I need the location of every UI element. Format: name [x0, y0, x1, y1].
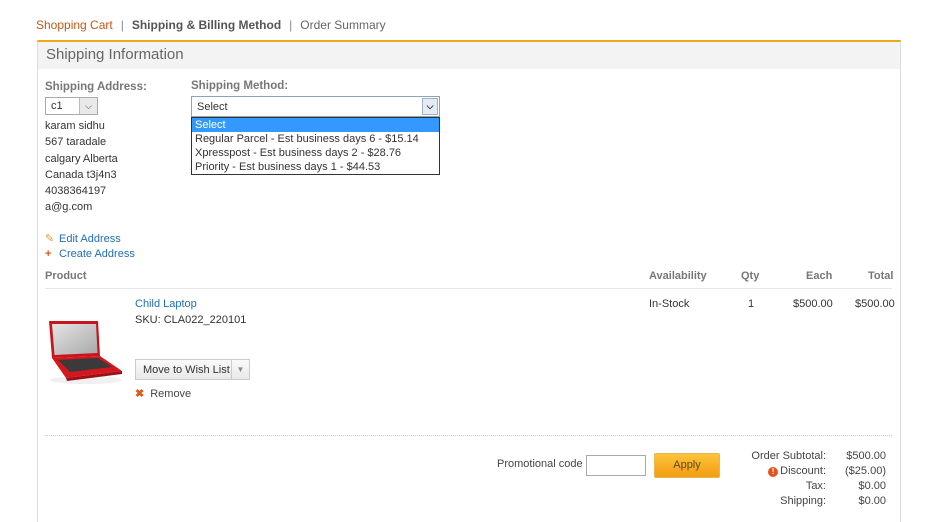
shipping-option-priority[interactable]: Priority - Est business days 1 - $44.53 — [192, 160, 439, 174]
shipping-method-select[interactable]: Select ⌵ — [191, 96, 440, 117]
address-line: karam sidhu — [45, 120, 105, 132]
breadcrumb-order-summary: Order Summary — [300, 18, 386, 32]
shipping-option-select[interactable]: Select — [192, 118, 439, 132]
close-icon: ✖ — [135, 388, 145, 400]
shipping-cost-label: Shipping: — [780, 495, 826, 507]
chevron-down-icon[interactable]: ⌵ — [422, 98, 438, 115]
breadcrumb-separator: | — [289, 18, 293, 32]
product-qty: 1 — [748, 298, 755, 310]
address-line: 567 taradale — [45, 136, 107, 149]
edit-address-label: Edit Address — [59, 233, 121, 245]
promo-code-label: Promotional code — [497, 458, 583, 470]
product-image-laptop[interactable] — [46, 316, 126, 386]
tax-label: Tax: — [805, 480, 826, 492]
panel-title: Shipping Information — [38, 42, 900, 69]
shipping-address-value: c1 — [51, 100, 63, 112]
column-header-total: Total — [868, 270, 894, 282]
remove-label: Remove — [150, 388, 192, 400]
move-to-wish-list-label: Move to Wish List — [143, 364, 230, 376]
promo-code-input[interactable] — [586, 455, 646, 476]
create-address-label: Create Address — [59, 248, 135, 260]
order-subtotal-value: $500.00 — [846, 450, 886, 462]
shipping-cost-value: $0.00 — [858, 495, 886, 507]
caret-down-icon[interactable]: ▼ — [231, 360, 249, 379]
shipping-option-xpresspost[interactable]: Xpresspost - Est business days 2 - $28.7… — [192, 146, 439, 160]
shipping-method-label: Shipping Method: — [191, 80, 289, 92]
create-address-link[interactable]: + Create Address — [45, 248, 135, 260]
address-line: Canada t3j4n3 — [45, 168, 117, 181]
address-details: karam sidhu 567 taradale calgary Alberta… — [45, 118, 118, 216]
move-to-wish-list-button[interactable]: Move to Wish List ▼ — [135, 359, 250, 380]
info-icon[interactable]: ! — [768, 467, 779, 477]
shipping-method-dropdown-list: Select Regular Parcel - Est business day… — [191, 117, 440, 175]
shipping-information-panel: Shipping Information Shipping Address: c… — [37, 40, 901, 522]
row-divider — [45, 435, 892, 436]
shipping-method-value: Select — [197, 101, 228, 113]
column-header-qty: Qty — [741, 270, 760, 282]
plus-icon: + — [45, 248, 52, 260]
breadcrumb: Shopping Cart | Shipping & Billing Method |… — [36, 18, 386, 32]
address-line: a@g.com — [45, 201, 93, 214]
chevron-down-icon[interactable]: ⌵ — [79, 98, 97, 114]
shipping-address-select[interactable]: c1 ⌵ — [45, 97, 98, 115]
shipping-option-regular-parcel[interactable]: Regular Parcel - Est business days 6 - $… — [192, 132, 439, 146]
product-name-link[interactable]: Child Laptop — [135, 298, 197, 310]
column-header-product: Product — [45, 270, 87, 282]
breadcrumb-separator: | — [120, 18, 124, 32]
address-line: calgary Alberta — [45, 152, 118, 165]
order-subtotal-label: Order Subtotal: — [751, 450, 826, 462]
edit-address-link[interactable]: ✎ Edit Address — [45, 232, 121, 245]
product-sku: SKU: CLA022_220101 — [135, 314, 247, 326]
pencil-icon: ✎ — [45, 233, 55, 245]
column-header-each: Each — [806, 270, 833, 282]
tax-value: $0.00 — [858, 480, 886, 492]
remove-item-link[interactable]: ✖ Remove — [135, 387, 191, 400]
header-divider — [45, 288, 892, 289]
breadcrumb-shipping-billing: Shipping & Billing Method — [131, 18, 282, 32]
apply-button[interactable]: Apply — [654, 453, 720, 478]
discount-value: ($25.00) — [845, 465, 886, 477]
discount-label: Discount: — [780, 465, 826, 477]
shipping-address-label: Shipping Address: — [45, 81, 147, 93]
product-total-price: $500.00 — [855, 298, 895, 310]
product-each-price: $500.00 — [793, 298, 833, 310]
breadcrumb-shopping-cart[interactable]: Shopping Cart — [36, 18, 113, 32]
product-availability: In-Stock — [649, 298, 690, 310]
column-header-availability: Availability — [649, 270, 707, 282]
address-line: 4038364197 — [45, 185, 107, 198]
